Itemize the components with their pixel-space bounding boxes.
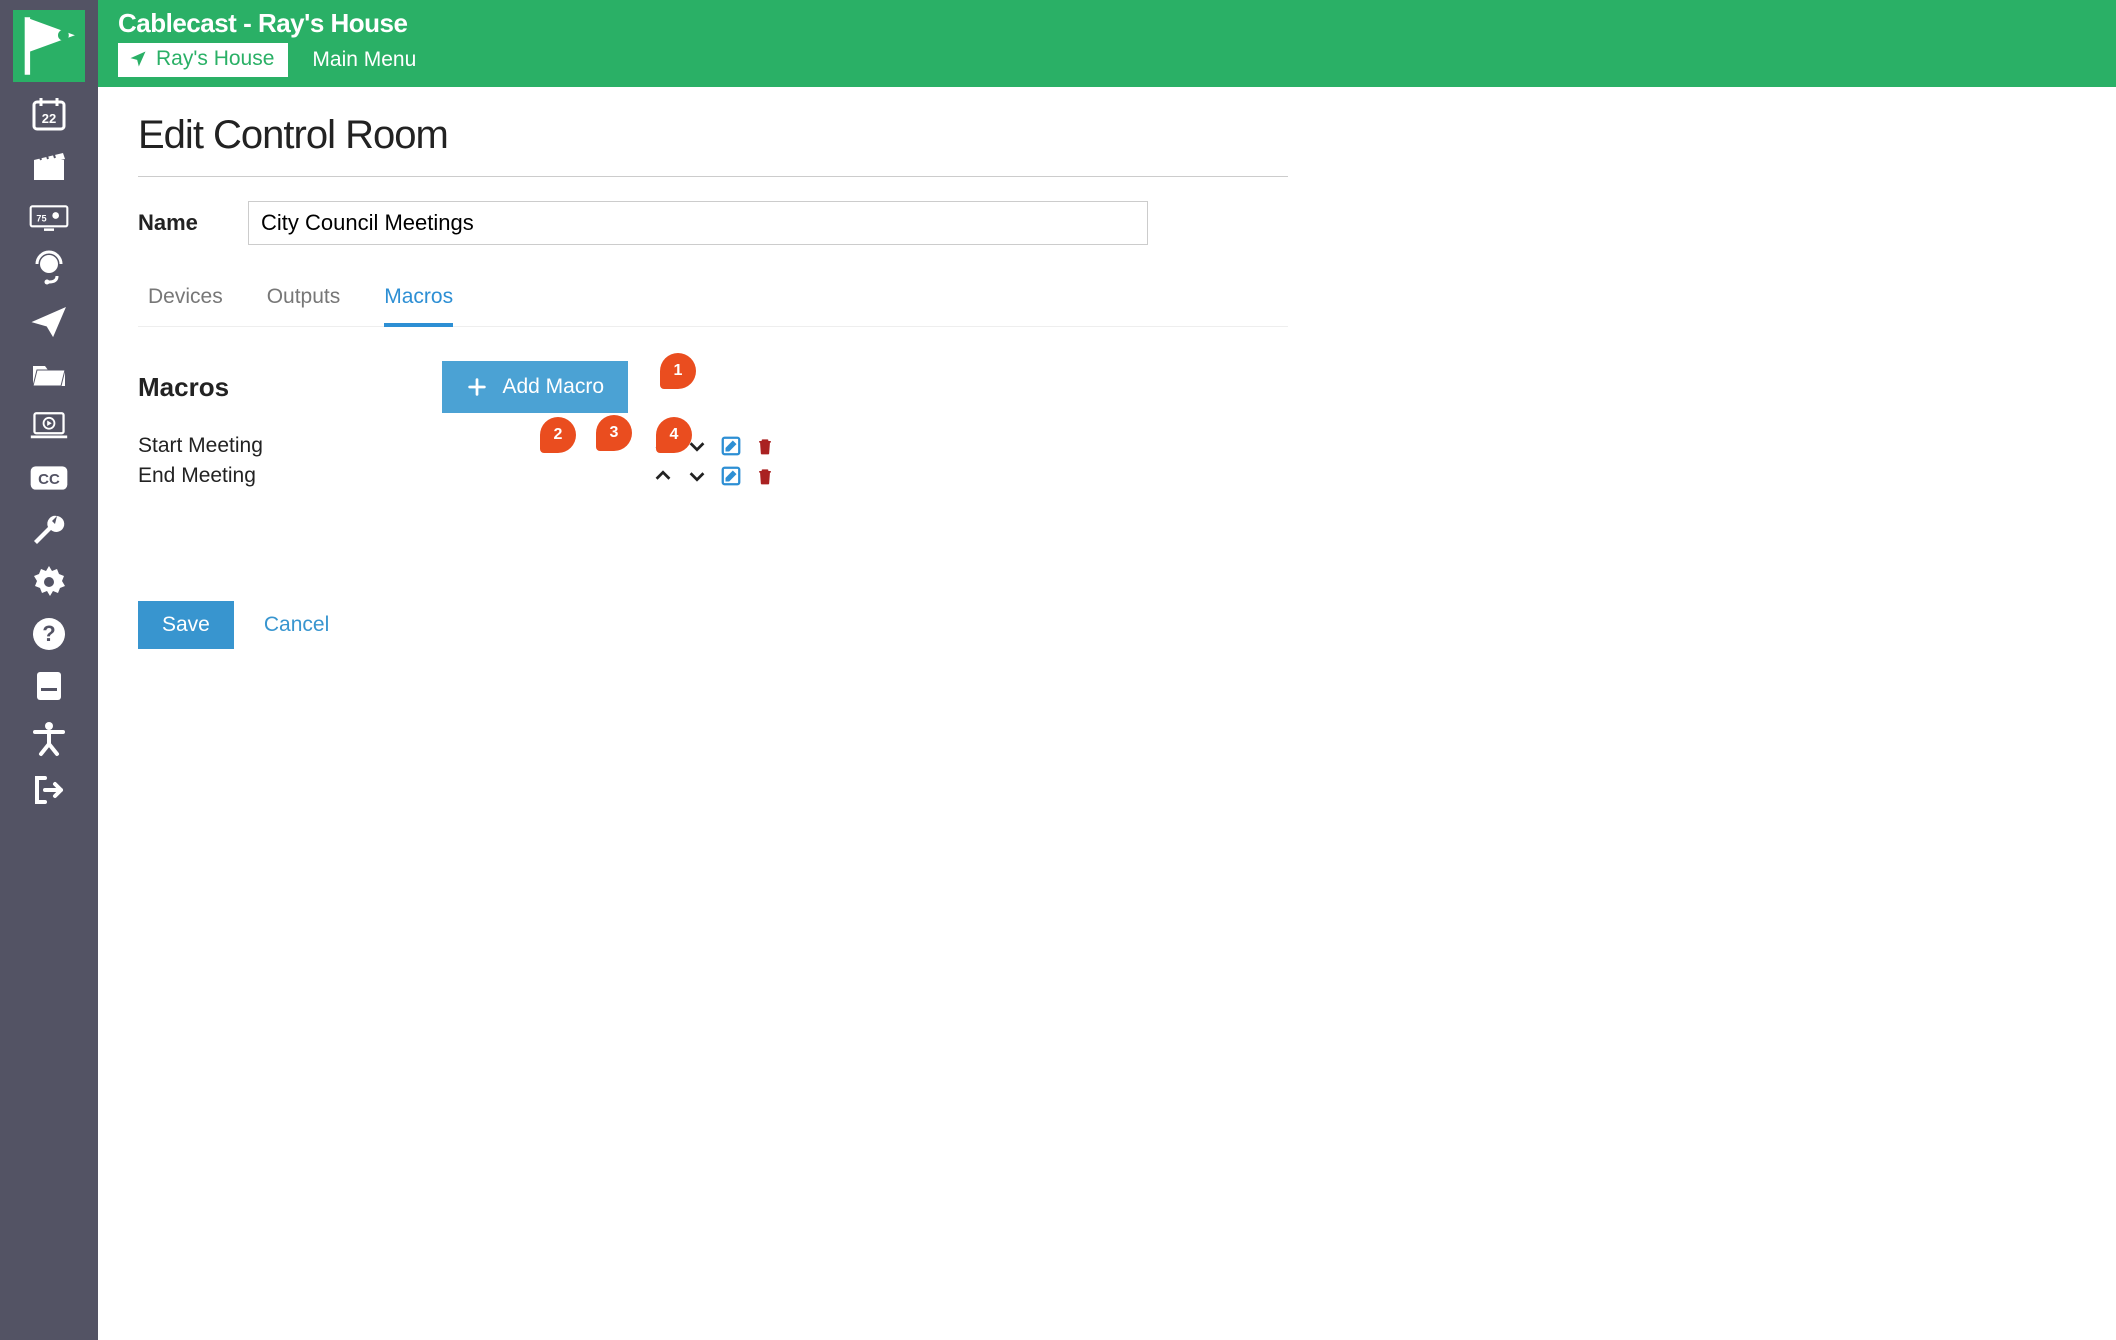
- sidebar-docs[interactable]: [0, 660, 98, 712]
- macro-move-up[interactable]: [650, 463, 676, 489]
- calendar-icon: 22: [29, 94, 69, 134]
- content: Edit Control Room Name Devices Outputs M…: [98, 87, 2116, 689]
- logout-icon: [29, 770, 69, 810]
- cc-icon: CC: [29, 458, 69, 498]
- name-label: Name: [138, 210, 208, 236]
- trash-icon: [755, 435, 775, 457]
- book-icon: [29, 666, 69, 706]
- wrench-icon: [29, 510, 69, 550]
- monitor-icon: 75: [29, 198, 69, 238]
- macros-header: Macros Add Macro: [138, 361, 1288, 413]
- tab-devices[interactable]: Devices: [148, 275, 223, 326]
- sidebar: 22 75 CC ?: [0, 0, 98, 1340]
- sidebar-cc[interactable]: CC: [0, 452, 98, 504]
- svg-text:CC: CC: [38, 471, 60, 488]
- tab-macros[interactable]: Macros: [384, 275, 453, 327]
- headset-icon: [29, 250, 69, 290]
- chevron-up-icon: [652, 465, 674, 487]
- gear-icon: [29, 562, 69, 602]
- tab-outputs[interactable]: Outputs: [267, 275, 341, 326]
- chevron-down-icon: [686, 465, 708, 487]
- folder-open-icon: [29, 354, 69, 394]
- edit-icon: [720, 465, 742, 487]
- page-title: Edit Control Room: [138, 113, 1288, 177]
- breadcrumb-location-label: Ray's House: [156, 47, 274, 71]
- macro-row: Start Meeting: [138, 431, 778, 461]
- macro-name: End Meeting: [138, 464, 650, 488]
- sidebar-accessibility[interactable]: [0, 712, 98, 764]
- add-macro-button[interactable]: Add Macro: [442, 361, 628, 413]
- macro-delete[interactable]: [752, 463, 778, 489]
- macro-move-up[interactable]: [650, 433, 676, 459]
- macro-actions: [650, 433, 778, 459]
- svg-text:75: 75: [36, 213, 46, 223]
- plus-icon: [466, 376, 488, 398]
- app-title: Cablecast - Ray's House: [118, 8, 2096, 39]
- person-icon: [29, 718, 69, 758]
- main-area: Cablecast - Ray's House Ray's House Main…: [98, 0, 2116, 1340]
- app-logo[interactable]: [13, 10, 85, 82]
- svg-text:?: ?: [42, 621, 55, 646]
- sidebar-files[interactable]: [0, 348, 98, 400]
- edit-icon: [720, 435, 742, 457]
- macro-name: Start Meeting: [138, 434, 650, 458]
- macro-move-down[interactable]: [684, 433, 710, 459]
- add-macro-label: Add Macro: [502, 375, 604, 399]
- breadcrumbs: Ray's House Main Menu: [118, 43, 2096, 77]
- location-arrow-icon: [128, 49, 148, 69]
- name-field-row: Name: [138, 201, 2076, 245]
- sidebar-support[interactable]: [0, 244, 98, 296]
- trash-icon: [755, 465, 775, 487]
- sidebar-logout[interactable]: [0, 764, 98, 816]
- clapperboard-icon: [29, 146, 69, 186]
- macro-move-down[interactable]: [684, 463, 710, 489]
- sidebar-tools[interactable]: [0, 504, 98, 556]
- macros-title: Macros: [138, 372, 229, 403]
- macro-row: End Meeting: [138, 461, 778, 491]
- sidebar-send[interactable]: [0, 296, 98, 348]
- macro-edit[interactable]: [718, 433, 744, 459]
- sidebar-settings[interactable]: [0, 556, 98, 608]
- form-actions: Save Cancel: [138, 601, 2076, 649]
- paper-plane-icon: [29, 302, 69, 342]
- sidebar-shows[interactable]: [0, 140, 98, 192]
- macro-edit[interactable]: [718, 463, 744, 489]
- name-input[interactable]: [248, 201, 1148, 245]
- macro-list: Start Meeting End Meeting 1 2: [138, 431, 778, 491]
- chevron-down-icon: [686, 435, 708, 457]
- sidebar-monitoring[interactable]: 75: [0, 192, 98, 244]
- macro-actions: [650, 463, 778, 489]
- sidebar-playback[interactable]: [0, 400, 98, 452]
- svg-text:22: 22: [42, 111, 56, 126]
- macro-delete[interactable]: [752, 433, 778, 459]
- laptop-play-icon: [29, 406, 69, 446]
- sidebar-help[interactable]: ?: [0, 608, 98, 660]
- flag-icon: [13, 10, 85, 82]
- save-button[interactable]: Save: [138, 601, 234, 649]
- sidebar-calendar[interactable]: 22: [0, 88, 98, 140]
- topbar: Cablecast - Ray's House Ray's House Main…: [98, 0, 2116, 87]
- chevron-up-icon: [652, 435, 674, 457]
- tabs: Devices Outputs Macros: [138, 275, 1288, 327]
- breadcrumb-main-menu[interactable]: Main Menu: [312, 48, 416, 72]
- help-icon: ?: [29, 614, 69, 654]
- breadcrumb-location[interactable]: Ray's House: [118, 43, 288, 77]
- cancel-button[interactable]: Cancel: [264, 613, 329, 637]
